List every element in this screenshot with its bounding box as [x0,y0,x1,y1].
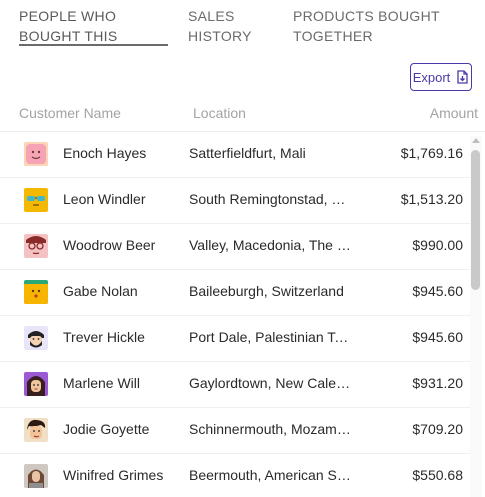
tab-people-who-bought-this[interactable]: PEOPLE WHO BOUGHT THIS [19,6,169,46]
avatar [24,234,48,258]
export-button[interactable]: Export [410,63,472,91]
column-header-location[interactable]: Location [193,105,246,121]
avatar [24,464,48,488]
tab-products-bought-together[interactable]: PRODUCTS BOUGHT TOGETHER [293,6,453,46]
tab-bar: PEOPLE WHO BOUGHT THIS SALES HISTORY PRO… [0,0,485,50]
customer-name: Gabe Nolan [63,283,138,299]
table-row[interactable]: Trever Hickle Port Dale, Palestinian Ter… [0,316,470,362]
vertical-scrollbar[interactable] [470,136,482,497]
tab-sales-history[interactable]: SALES HISTORY [188,6,268,46]
table-row[interactable]: Enoch Hayes Satterfieldfurt, Mali $1,769… [0,132,470,178]
customer-amount: $709.20 [412,421,463,437]
customer-location: Port Dale, Palestinian Territory [189,329,354,345]
customer-amount: $990.00 [412,237,463,253]
avatar [24,372,48,396]
avatar [24,326,48,350]
table-row[interactable]: Leon Windler South Remingtonstad, Mozamb… [0,178,470,224]
scrollbar-thumb[interactable] [471,150,480,290]
customer-amount: $1,513.20 [400,191,463,207]
customer-location: Baileeburgh, Switzerland [189,283,344,299]
customer-name: Woodrow Beer [63,237,156,253]
table-row[interactable]: Gabe Nolan Baileeburgh, Switzerland $945… [0,270,470,316]
customer-name: Marlene Will [63,375,141,391]
avatar [24,188,48,212]
avatar [24,280,48,304]
customer-amount: $945.60 [412,329,463,345]
customer-amount: $945.60 [412,283,463,299]
active-tab-indicator [19,44,168,46]
customer-amount: $931.20 [412,375,463,391]
customer-name: Enoch Hayes [63,145,147,161]
file-export-icon [457,70,468,84]
customer-location: Valley, Macedonia, The Former Yugoslav R… [189,237,354,253]
customer-name: Trever Hickle [63,329,145,345]
customer-name: Jodie Goyette [63,421,150,437]
table-row[interactable]: Marlene Will Gaylordtown, New Caledonia … [0,362,470,408]
customer-location: Schinnermouth, Mozambique [189,421,354,437]
customer-location: South Remingtonstad, Mozambique [189,191,354,207]
scroll-up-arrow-icon[interactable] [472,138,480,143]
customer-amount: $1,769.16 [400,145,463,161]
table-row[interactable]: Jodie Goyette Schinnermouth, Mozambique … [0,408,470,454]
export-label: Export [412,69,451,85]
customer-amount: $550.68 [412,467,463,483]
column-header-amount[interactable]: Amount [430,105,478,121]
customer-name: Winifred Grimes [63,467,164,483]
column-header-customer-name[interactable]: Customer Name [19,105,121,121]
table-header: Customer Name Location Amount [0,96,485,132]
customer-name: Leon Windler [63,191,146,207]
table-body: Enoch Hayes Satterfieldfurt, Mali $1,769… [0,132,470,497]
customer-location: Gaylordtown, New Caledonia [189,375,354,391]
customer-location: Beermouth, American Samoa [189,467,354,483]
avatar [24,418,48,442]
customer-location: Satterfieldfurt, Mali [189,145,306,161]
avatar [24,142,48,166]
table-row[interactable]: Winifred Grimes Beermouth, American Samo… [0,454,470,497]
table-row[interactable]: Woodrow Beer Valley, Macedonia, The Form… [0,224,470,270]
